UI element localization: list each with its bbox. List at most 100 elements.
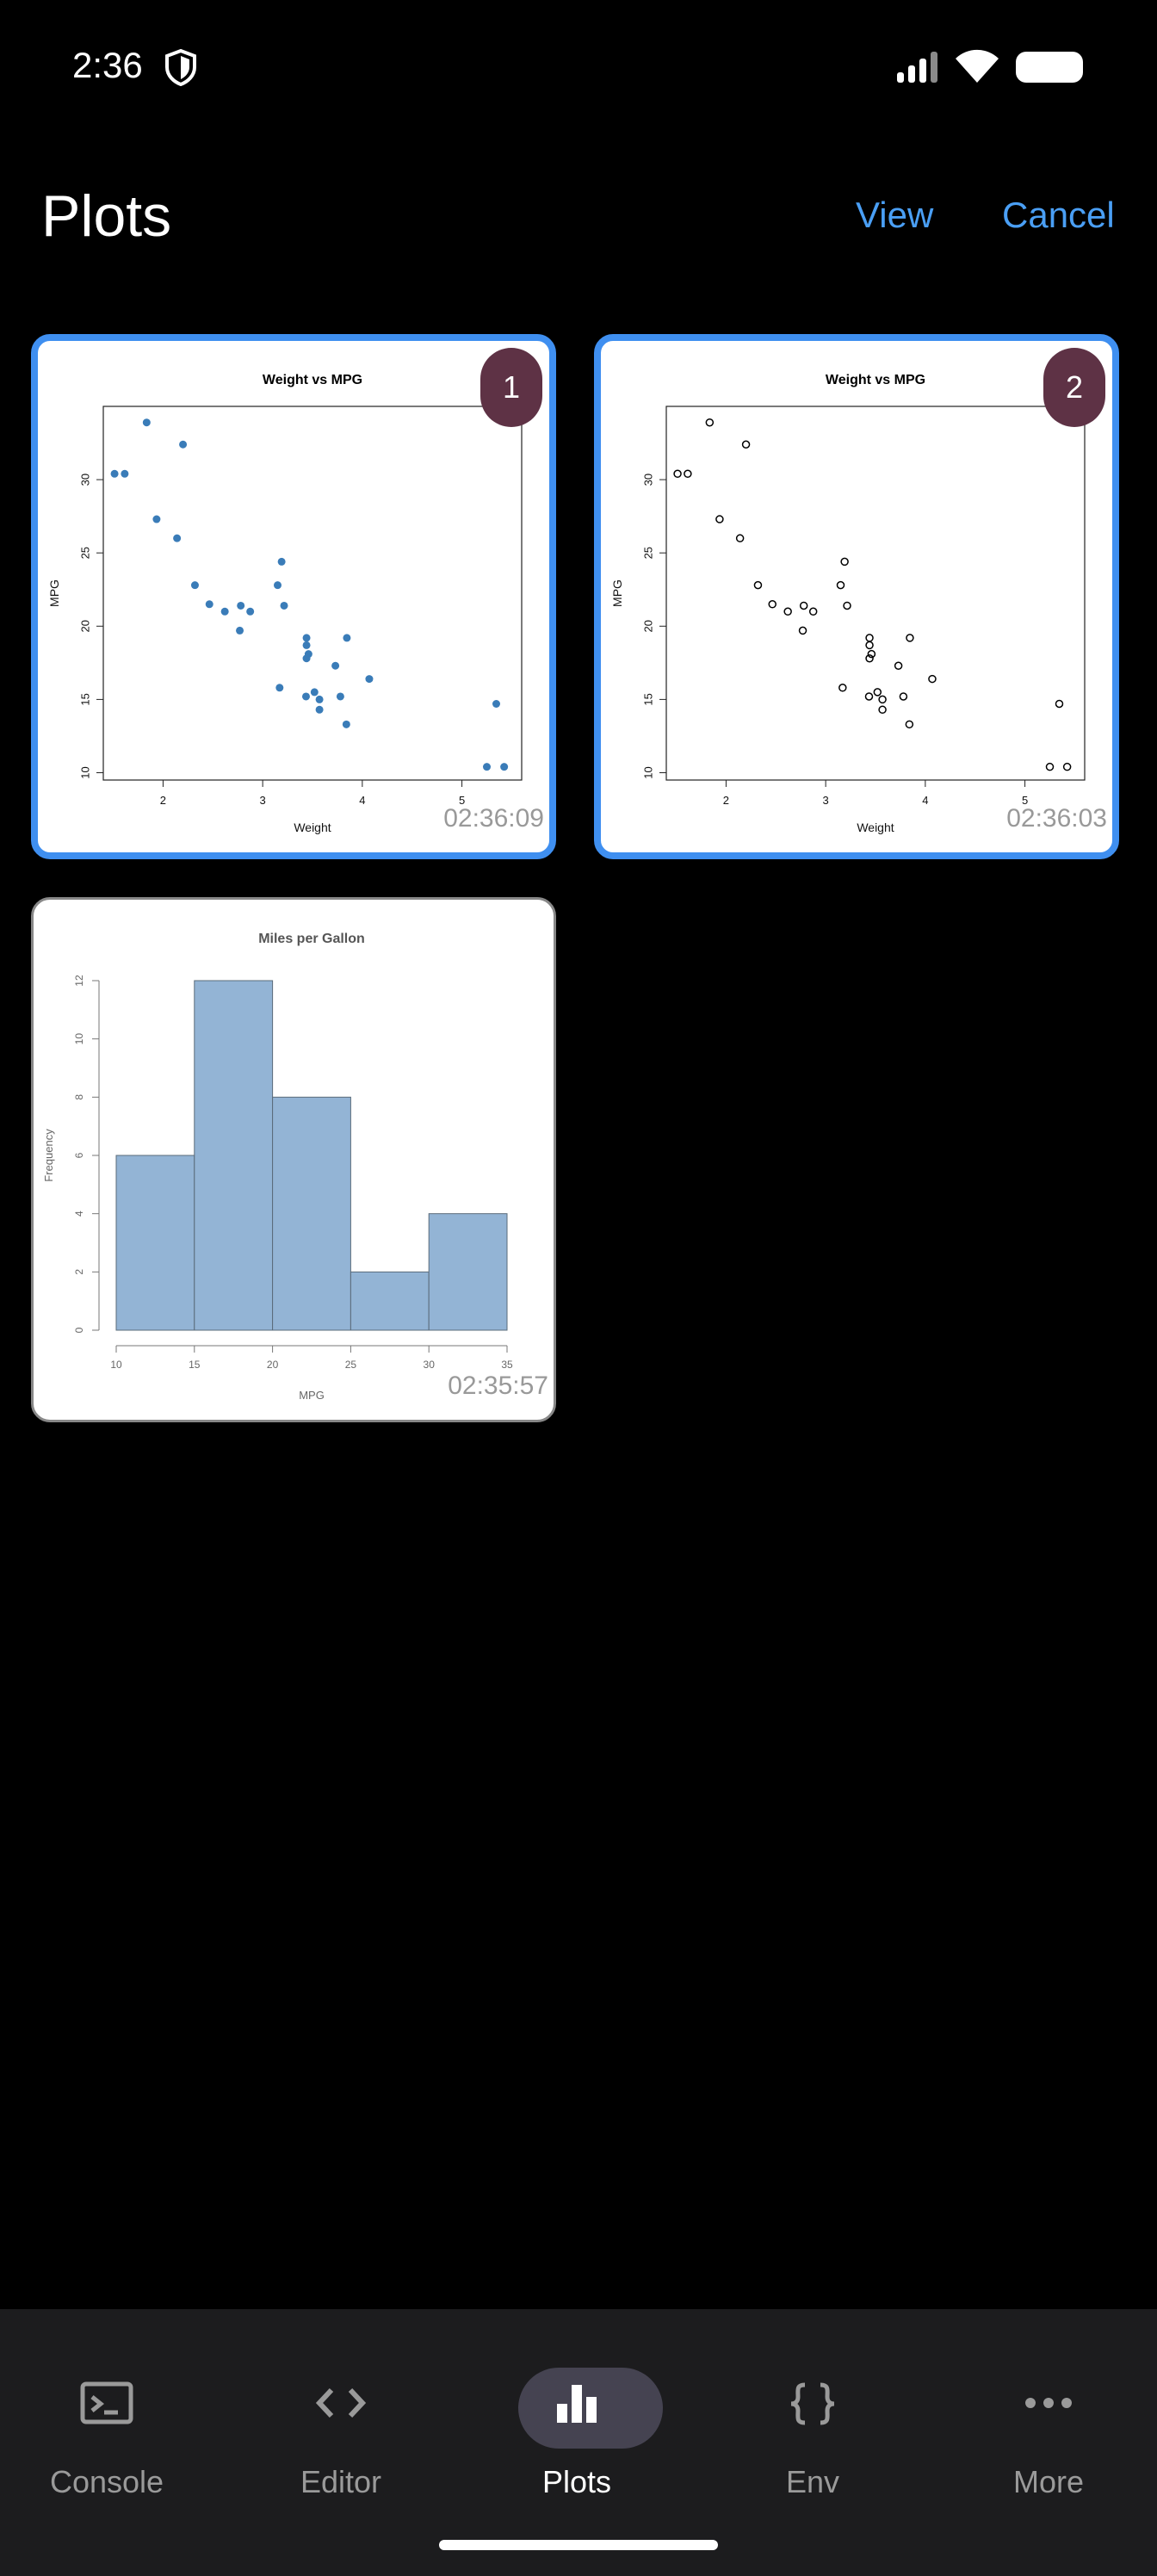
data-point: [331, 661, 340, 670]
data-point: [768, 600, 776, 609]
data-point: [865, 634, 874, 642]
data-point: [741, 440, 751, 449]
plot-card-1[interactable]: Weight vs MPG 2 3 4 5 10 15 20 25 30 Weight MPG 1 0…: [31, 334, 556, 859]
y-tick-label: 12: [73, 975, 85, 987]
histogram-bar: [428, 1213, 508, 1331]
data-point: [315, 705, 324, 714]
chart-title: Weight vs MPG: [263, 373, 362, 387]
data-point: [236, 626, 244, 635]
y-tick-label: 2: [73, 1269, 85, 1275]
cancel-button[interactable]: Cancel: [1002, 195, 1115, 236]
nav-item-more[interactable]: More: [954, 2338, 1143, 2499]
data-point: [220, 607, 229, 616]
data-point: [315, 695, 324, 703]
x-axis-label: Weight: [857, 820, 894, 834]
histogram-bar: [115, 1155, 195, 1331]
data-point: [237, 601, 245, 610]
data-point: [894, 661, 903, 670]
histogram-plot: Miles per Gallon 0 2 4 6 8 10 12 10 15 20 25 30 35 MPG…: [42, 932, 513, 1402]
selection-badge: 1: [480, 348, 542, 427]
data-point: [492, 699, 500, 708]
data-point: [878, 705, 887, 715]
data-point: [310, 688, 319, 697]
data-point: [799, 601, 808, 610]
data-point: [783, 607, 792, 616]
y-axis-label: Frequency: [42, 1129, 55, 1182]
data-point: [838, 684, 847, 692]
histogram-bar: [272, 1096, 351, 1331]
x-tick-label: 25: [345, 1359, 357, 1371]
data-point: [905, 720, 914, 729]
y-tick-label: 0: [73, 1327, 85, 1333]
y-tick-label: 4: [73, 1211, 85, 1217]
y-tick-label: 6: [73, 1152, 85, 1158]
data-point: [753, 580, 763, 590]
histogram-bar: [350, 1271, 430, 1331]
plot-card-3[interactable]: Miles per Gallon 0 2 4 6 8 10 12 10 15 20 25 30 35 MPG…: [31, 897, 556, 1422]
scatter-plot: Weight vs MPG2 3 4 51015202530WeightMPG: [610, 373, 1086, 834]
y-tick-label: 10: [78, 766, 91, 778]
data-point: [302, 641, 311, 649]
data-point: [899, 692, 908, 701]
y-tick-label: 30: [78, 474, 91, 486]
data-point: [302, 654, 311, 663]
battery-icon: [1016, 52, 1083, 83]
data-point: [274, 581, 282, 590]
bottom-nav: Console Editor Plots Env More: [0, 2309, 1157, 2576]
data-point: [928, 674, 937, 684]
page-title: Plots: [41, 183, 172, 249]
plot-frame: [665, 406, 1086, 781]
plot-timestamp: 02:36:03: [1006, 804, 1107, 833]
data-point: [864, 692, 874, 701]
data-point: [275, 684, 284, 692]
data-point: [205, 600, 213, 609]
status-time: 2:36: [72, 45, 143, 85]
plot-timestamp: 02:35:57: [448, 1372, 548, 1400]
data-point: [121, 469, 129, 478]
histogram-bar: [194, 980, 274, 1331]
nav-label: Editor: [300, 2464, 382, 2499]
data-point: [808, 607, 818, 616]
x-tick-label: 3: [260, 794, 266, 807]
terminal-icon: [80, 2381, 133, 2424]
data-point: [715, 515, 724, 523]
y-tick-label: 20: [641, 620, 654, 632]
y-axis-label: MPG: [47, 579, 61, 607]
data-point: [246, 607, 255, 616]
data-point: [840, 557, 849, 567]
plot-frame: [102, 406, 523, 781]
x-tick-label: 2: [160, 794, 166, 807]
data-point: [173, 534, 182, 542]
nav-item-plots[interactable]: Plots: [482, 2338, 671, 2499]
y-tick-label: 25: [78, 547, 91, 559]
nav-item-editor[interactable]: Editor: [246, 2338, 436, 2499]
y-tick-label: 10: [641, 766, 654, 778]
nav-item-env[interactable]: Env: [718, 2338, 907, 2499]
plot-timestamp: 02:36:09: [443, 804, 544, 833]
data-point: [280, 601, 288, 610]
data-point: [483, 763, 491, 771]
x-axis-label: MPG: [299, 1389, 325, 1402]
scatter-plot: Weight vs MPG2 3 4 51015202530WeightMPG: [47, 373, 523, 834]
y-tick-label: 15: [78, 693, 91, 705]
more-dots-icon: [1025, 2398, 1072, 2408]
nav-label: More: [1012, 2464, 1085, 2499]
data-point: [735, 534, 745, 542]
view-button[interactable]: View: [856, 195, 933, 236]
data-point: [1045, 762, 1055, 771]
data-point: [277, 557, 286, 566]
x-axis-label: Weight: [294, 820, 331, 834]
x-tick-label: 20: [267, 1359, 279, 1371]
x-tick-label: 3: [823, 794, 829, 807]
data-point: [836, 580, 845, 590]
wifi-icon: [956, 49, 999, 83]
data-point: [798, 626, 807, 635]
nav-label: Env: [785, 2464, 840, 2499]
plot-card-2[interactable]: Weight vs MPG 2 3 4 5 10 15 20 25 30 Weight MPG 2 0…: [594, 334, 1119, 859]
data-point: [865, 641, 874, 650]
nav-label: Plots: [541, 2464, 612, 2499]
x-tick-label: 10: [110, 1359, 122, 1371]
y-tick-label: 10: [73, 1033, 85, 1045]
nav-item-console[interactable]: Console: [12, 2338, 201, 2499]
y-tick-label: 30: [641, 474, 654, 486]
